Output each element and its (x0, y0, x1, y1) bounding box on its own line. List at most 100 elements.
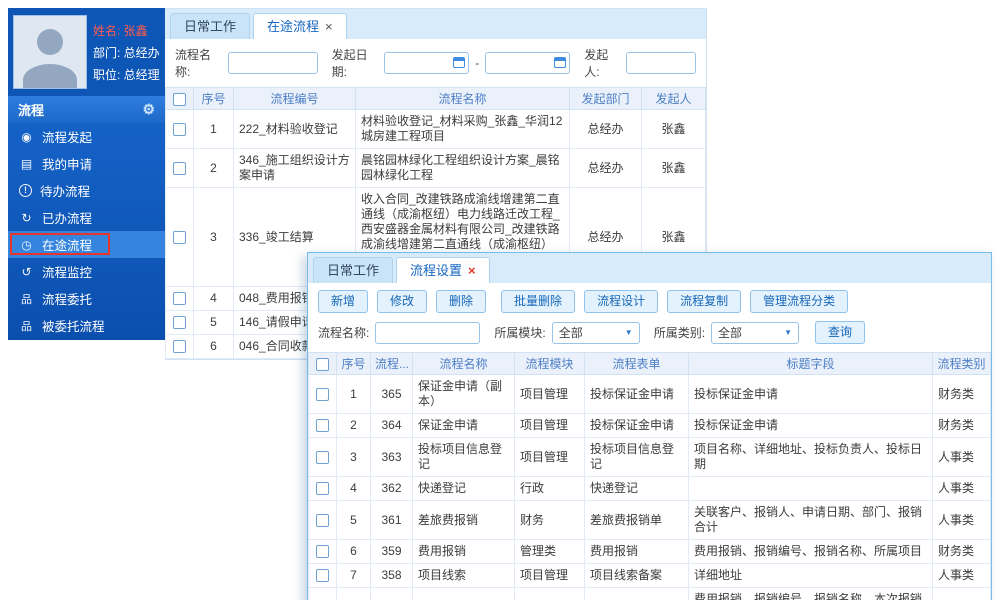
sidebar-item-process-start[interactable]: ◉ 流程发起 (8, 123, 165, 150)
delete-button[interactable]: 删除 (436, 290, 487, 313)
close-icon[interactable]: × (468, 264, 476, 277)
select-all-checkbox[interactable] (316, 357, 329, 371)
sidebar-menu: ◉ 流程发起 ▤ 我的申请 ! 待办流程 ↻ 已办流程 ◷ 在途流程 ↺ 流程监… (8, 123, 165, 339)
tab-process-settings[interactable]: 流程设置 × (396, 257, 490, 283)
cell-category: 人事类 (932, 437, 991, 477)
close-icon[interactable]: × (325, 20, 333, 33)
cell-title-field: 费用报销、报销编号、报销名称、所属项目 (688, 539, 933, 564)
col-no: 序号 (193, 87, 234, 110)
sidebar-item-my-applications[interactable]: ▤ 我的申请 (8, 150, 165, 177)
cell-form: 快递登记 (584, 476, 689, 501)
col-name: 流程名称 (355, 87, 570, 110)
query-button[interactable]: 查询 (815, 321, 866, 344)
col-name: 流程名称 (412, 352, 515, 375)
row-checkbox[interactable] (316, 387, 329, 401)
module-label: 所属模块: (494, 326, 546, 340)
profile-info: 姓名: 张鑫 部门: 总经办 职位: 总经理 (93, 15, 160, 89)
sidebar-item-delegated-to-me[interactable]: 品 被委托流程 (8, 312, 165, 339)
alert-icon: ! (19, 184, 32, 197)
category-select[interactable]: 全部 ▼ (711, 321, 800, 344)
sidebar-item-completed[interactable]: ↻ 已办流程 (8, 204, 165, 231)
process-name-input[interactable] (227, 52, 318, 74)
org-tree-icon: 品 (21, 293, 32, 306)
cell-name: 保证金申请（副本） (412, 374, 515, 414)
cell-category: 财务类 (932, 539, 991, 564)
date-to-field (485, 52, 571, 74)
gear-icon[interactable]: ⚙ (142, 101, 155, 118)
row-checkbox[interactable] (316, 569, 329, 583)
row-checkbox[interactable] (316, 419, 329, 433)
process-name-input[interactable] (375, 321, 481, 344)
cell-dept: 总经办 (569, 109, 642, 149)
cell-no: 4 (336, 476, 371, 501)
cell-no: 7 (336, 563, 371, 588)
add-button[interactable]: 新增 (318, 290, 369, 313)
select-value: 全部 (718, 326, 743, 340)
col-no: 序号 (336, 352, 371, 375)
cell-name: 项目线索 (412, 563, 515, 588)
manage-category-button[interactable]: 管理流程分类 (750, 290, 849, 313)
batch-delete-button[interactable]: 批量删除 (501, 290, 576, 313)
cell-initiator: 张鑫 (641, 109, 706, 149)
settings-filterbar: 流程名称: 所属模块: 全部 ▼ 所属类别: 全部 ▼ 查询 (308, 319, 991, 352)
sidebar-item-delegate[interactable]: 品 流程委托 (8, 285, 165, 312)
row-checkbox[interactable] (173, 292, 186, 306)
avatar-head (37, 29, 63, 55)
row-checkbox[interactable] (173, 230, 186, 244)
module-select[interactable]: 全部 ▼ (551, 321, 640, 344)
row-checkbox[interactable] (173, 161, 186, 175)
cell-initiator: 张鑫 (641, 148, 706, 188)
back-tabbar: 日常工作 在途流程 × (165, 9, 706, 39)
avatar (13, 15, 87, 89)
cell-title-field: 关联客户、报销人、申请日期、部门、报销合计 (688, 500, 933, 540)
tab-label: 日常工作 (184, 19, 237, 34)
process-copy-button[interactable]: 流程复制 (667, 290, 742, 313)
cell-module: 项目管理 (514, 413, 585, 438)
tab-daily-work[interactable]: 日常工作 (313, 257, 394, 283)
cell-form: 项目线索备案 (584, 563, 689, 588)
table-row: 2 364 保证金申请 项目管理 投标保证金申请 投标保证金申请 财务类 (308, 413, 991, 438)
row-checkbox[interactable] (173, 122, 186, 136)
sidebar-item-monitor[interactable]: ↺ 流程监控 (8, 258, 165, 285)
cell-category: 财务类 (932, 587, 991, 600)
edit-button[interactable]: 修改 (377, 290, 428, 313)
table-row: 5 361 差旅费报销 财务 差旅费报销单 关联客户、报销人、申请日期、部门、报… (308, 500, 991, 540)
row-checkbox[interactable] (173, 316, 186, 330)
row-checkbox[interactable] (316, 450, 329, 464)
process-name-label: 流程名称: (318, 326, 370, 340)
cell-name: 投标项目信息登记 (412, 437, 515, 477)
cell-id: 361 (370, 500, 413, 540)
cell-form: 投标项目信息登记 (584, 437, 689, 477)
cell-module: 项目管理 (514, 374, 585, 414)
sidebar-item-label: 流程监控 (42, 266, 93, 280)
initiator-input[interactable] (626, 52, 697, 74)
row-checkbox[interactable] (316, 513, 329, 527)
row-checkbox[interactable] (316, 482, 329, 496)
profile-card: 姓名: 张鑫 部门: 总经办 职位: 总经理 (8, 8, 165, 96)
select-all-checkbox[interactable] (173, 92, 186, 106)
start-date-label: 发起日期: (331, 48, 368, 79)
col-category: 流程类别 (932, 352, 991, 375)
cell-category: 人事类 (932, 563, 991, 588)
tab-daily-work[interactable]: 日常工作 (170, 13, 251, 39)
category-label: 所属类别: (653, 326, 706, 340)
calendar-icon[interactable] (453, 57, 466, 68)
col-initiator: 发起人 (641, 87, 706, 110)
tab-label: 日常工作 (327, 263, 380, 278)
cell-id: 359 (370, 539, 413, 564)
cell-name: 材料验收登记_材料采购_张鑫_华润12城房建工程项目 (355, 109, 570, 149)
process-design-button[interactable]: 流程设计 (584, 290, 659, 313)
cell-title-field: 投标保证金申请 (688, 413, 933, 438)
cell-no: 5 (193, 310, 234, 335)
sidebar-item-in-transit[interactable]: ◷ 在途流程 (8, 231, 165, 258)
cell-title-field: 费用报销、报销编号、报销名称、本次报销金额 (688, 587, 933, 600)
cell-name: 差旅费报销 (412, 500, 515, 540)
calendar-icon[interactable] (554, 57, 567, 68)
row-checkbox[interactable] (316, 545, 329, 559)
row-checkbox[interactable] (173, 340, 186, 354)
sidebar-item-pending[interactable]: ! 待办流程 (8, 177, 165, 204)
sidebar-item-label: 被委托流程 (42, 320, 105, 334)
table-header-row: 序号 流程... 流程名称 流程模块 流程表单 标题字段 流程类别 (308, 352, 991, 375)
table-row: 8 357 测试费用报销 财务 费用报销 费用报销、报销编号、报销名称、本次报销… (308, 587, 991, 600)
tab-in-transit[interactable]: 在途流程 × (253, 13, 347, 39)
